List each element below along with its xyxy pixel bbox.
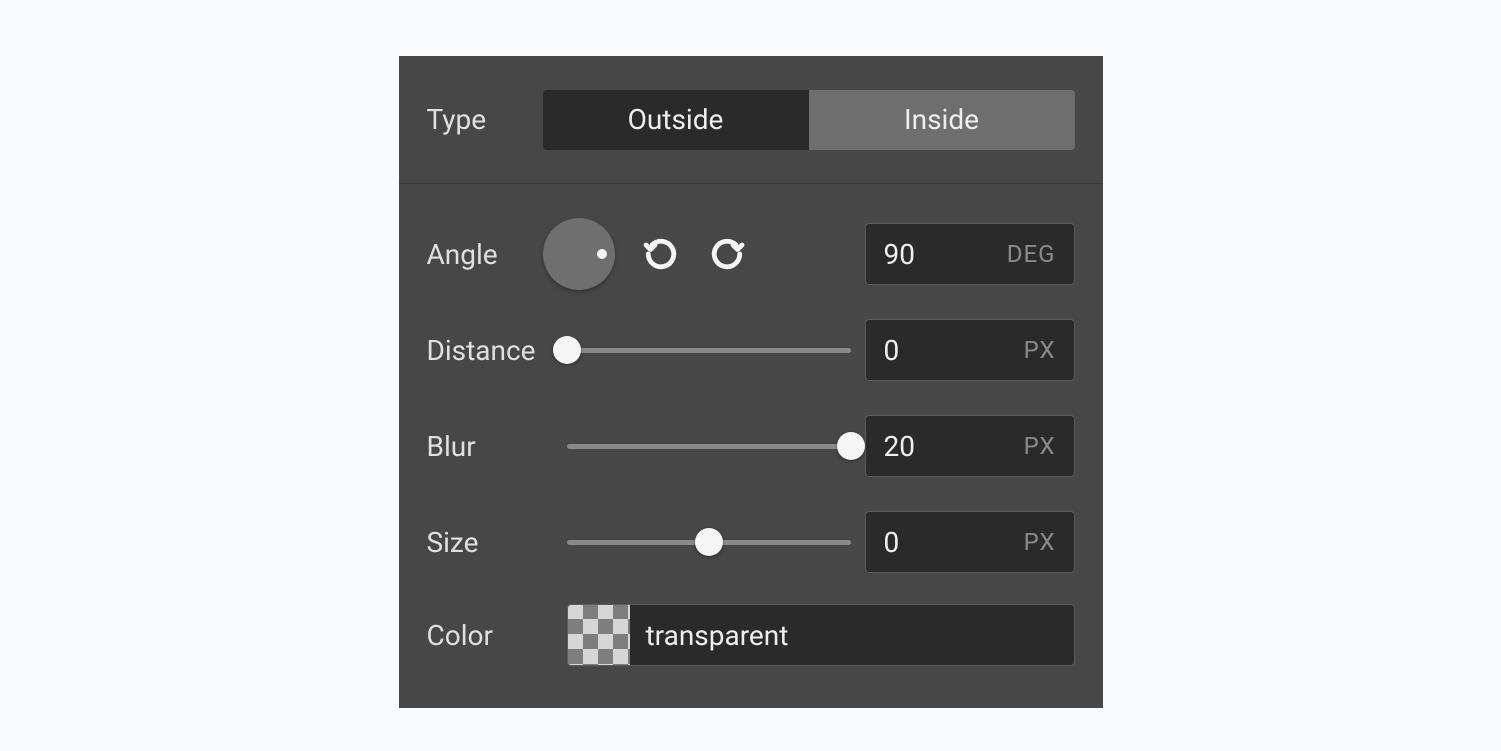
size-slider[interactable] <box>567 527 851 557</box>
undo-icon[interactable] <box>641 234 681 274</box>
blur-row: Blur PX <box>399 398 1103 494</box>
size-unit: PX <box>1024 528 1056 556</box>
blur-unit: PX <box>1024 432 1056 460</box>
distance-slider[interactable] <box>567 335 851 365</box>
type-row: Type Outside Inside <box>399 56 1103 184</box>
angle-row: Angle <box>399 206 1103 302</box>
angle-dial-indicator <box>597 249 607 259</box>
tab-outside[interactable]: Outside <box>543 90 809 150</box>
color-value: transparent <box>630 619 789 652</box>
angle-label: Angle <box>427 238 543 271</box>
distance-unit: PX <box>1024 336 1056 364</box>
blur-value-box: PX <box>865 415 1075 477</box>
angle-unit: DEG <box>1007 240 1056 268</box>
size-row: Size PX <box>399 494 1103 590</box>
distance-slider-thumb[interactable] <box>553 336 581 364</box>
controls-body: Angle <box>399 184 1103 708</box>
tab-inside[interactable]: Inside <box>809 90 1075 150</box>
angle-widgets <box>543 218 851 290</box>
distance-input[interactable] <box>884 334 1024 367</box>
redo-icon[interactable] <box>707 234 747 274</box>
color-label: Color <box>427 619 543 652</box>
blur-slider-thumb[interactable] <box>837 432 865 460</box>
size-input[interactable] <box>884 526 1024 559</box>
blur-slider[interactable] <box>567 431 851 461</box>
color-row: Color transparent <box>399 590 1103 680</box>
distance-value-box: PX <box>865 319 1075 381</box>
size-label: Size <box>427 526 567 559</box>
type-label: Type <box>427 103 543 136</box>
color-swatch-transparent <box>568 604 630 666</box>
size-slider-thumb[interactable] <box>695 528 723 556</box>
angle-dial[interactable] <box>543 218 615 290</box>
color-picker[interactable]: transparent <box>567 604 1075 666</box>
angle-input[interactable] <box>884 238 1007 271</box>
blur-label: Blur <box>427 430 567 463</box>
blur-input[interactable] <box>884 430 1024 463</box>
size-value-box: PX <box>865 511 1075 573</box>
distance-row: Distance PX <box>399 302 1103 398</box>
angle-value-box: DEG <box>865 223 1075 285</box>
type-tabs: Outside Inside <box>543 90 1075 150</box>
distance-label: Distance <box>427 334 567 367</box>
shadow-settings-panel: Type Outside Inside Angle <box>399 56 1103 708</box>
